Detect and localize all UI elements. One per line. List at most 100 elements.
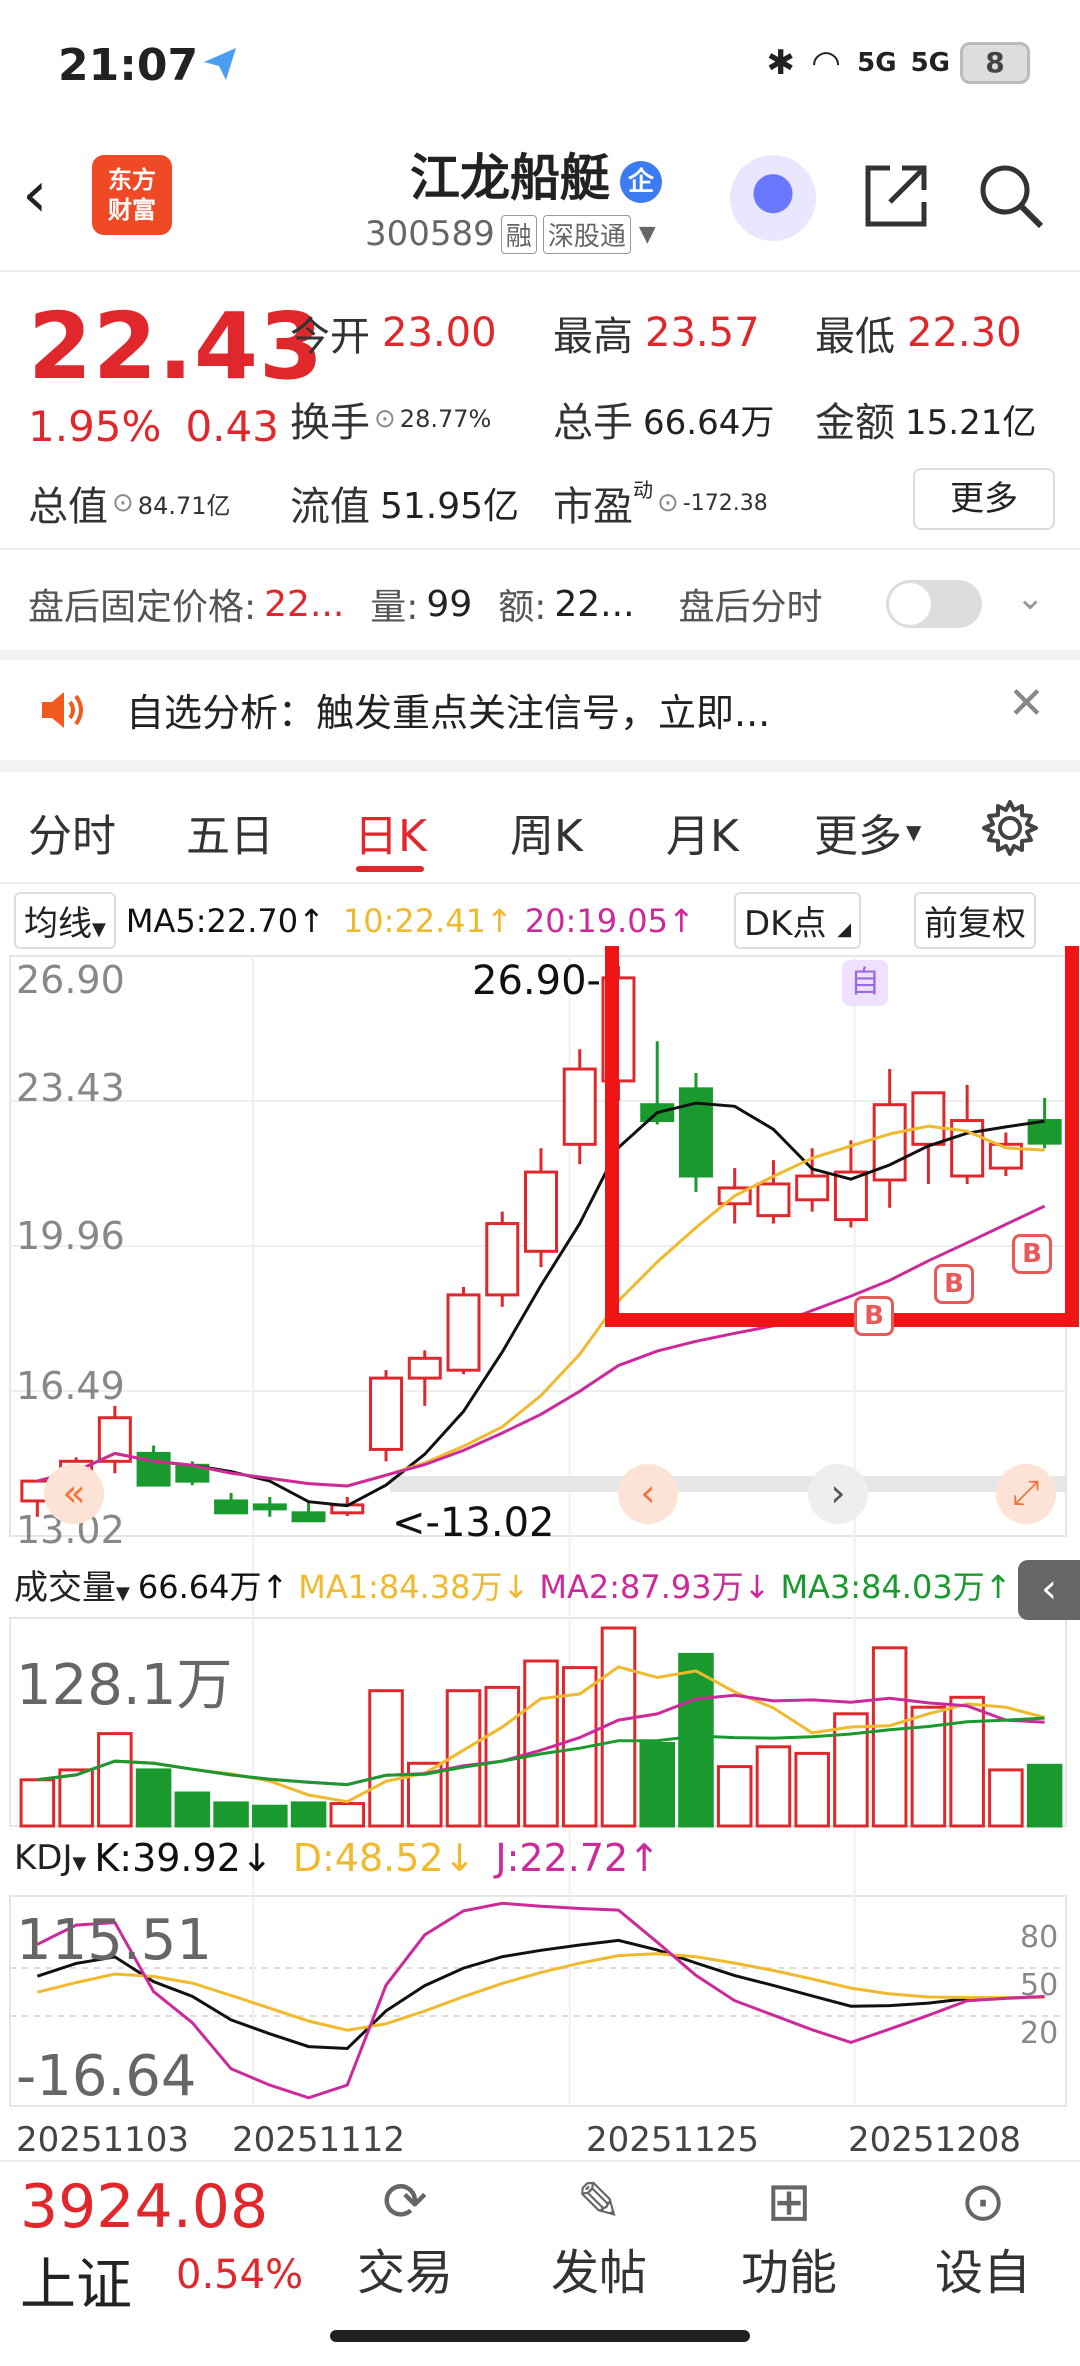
kdj-ref-50: 50 <box>1020 1968 1059 2003</box>
afterhours-row[interactable]: 盘后固定价格: 22... 量: 99 额: 22... 盘后分时 <box>28 578 823 630</box>
post-tab[interactable]: ✎ 发帖 <box>534 2170 664 2303</box>
info-icon: ⊙ <box>374 404 396 434</box>
indicator-select[interactable]: 均线▼ <box>14 892 116 949</box>
afterhours-label: 盘后固定价格: <box>28 587 257 628</box>
close-icon[interactable]: ✕ <box>1008 678 1045 729</box>
low-annotation: <-13.02 <box>392 1500 555 1546</box>
tab-daily-k[interactable]: 日K <box>354 800 427 864</box>
volume-bar <box>716 1765 753 1828</box>
prev-icon[interactable]: ‹ <box>618 1464 678 1524</box>
next-icon[interactable]: › <box>808 1464 868 1524</box>
volume-bar <box>871 1646 908 1828</box>
custom-label: 设自 <box>934 2245 1031 2301</box>
candle-body <box>252 1503 287 1511</box>
verify-icon: 企 <box>620 160 662 203</box>
chevron-down-icon[interactable]: ⌄ <box>1016 578 1045 618</box>
edit-icon: ✎ <box>576 2170 622 2233</box>
high-annotation: 26.90- <box>472 958 601 1004</box>
more-button[interactable]: 更多 <box>913 468 1055 530</box>
buy-marker[interactable]: B <box>854 1296 894 1336</box>
afterhours-toggle[interactable] <box>886 580 982 628</box>
back-button[interactable]: ‹ <box>22 158 48 232</box>
ma5-value: MA5:22.70↑ <box>125 901 325 940</box>
afterhours-timeshare-label: 盘后分时 <box>678 587 823 628</box>
collapse-panel-icon[interactable]: ‹ <box>1018 1560 1080 1620</box>
kdj-select[interactable]: KDJ▼ <box>14 1838 86 1878</box>
volume-ma3: MA3:84.03万↑ <box>780 1567 1012 1606</box>
trade-icon: ⟳ <box>382 2170 428 2233</box>
volume-row: 成交量▼ 66.64万↑ MA1:84.38万↓ MA2:87.93万↓ MA3… <box>14 1560 1012 1609</box>
stock-code-row[interactable]: 300589 融 深股通 ▼ <box>365 214 656 254</box>
tab-weekly-k[interactable]: 周K <box>510 800 583 864</box>
volume-select[interactable]: 成交量▼ <box>14 1560 130 1609</box>
turnover-label: 换手 <box>290 400 370 446</box>
home-indicator <box>330 2330 750 2342</box>
status-bar: 21:07 ✱ ◠ 5G 5G 8 <box>0 0 1080 130</box>
axis-label-3: 19.96 <box>16 1214 125 1258</box>
candle-body <box>795 1174 830 1202</box>
price-change: 1.95% 0.43 <box>28 402 279 451</box>
grid-icon: ⊞ <box>766 2170 812 2233</box>
kdj-row: KDJ▼ K:39.92↓ D:48.52↓ J:22.72↑ <box>14 1836 660 1880</box>
amount-field: 金额 15.21亿 <box>815 390 1036 448</box>
open-label: 今开 <box>290 314 370 360</box>
caret-down-icon: ▼ <box>906 820 922 844</box>
buy-marker[interactable]: B <box>1012 1234 1052 1274</box>
kdj-select-label: KDJ <box>14 1838 73 1878</box>
trade-tab[interactable]: ⟳ 交易 <box>340 2170 470 2303</box>
tab-five-day[interactable]: 五日 <box>186 800 274 864</box>
date-label-1: 20251103 <box>16 2120 190 2160</box>
assistant-avatar[interactable] <box>730 155 816 241</box>
axis-label-4: 16.49 <box>16 1364 125 1408</box>
volume-bar <box>523 1659 559 1828</box>
info-icon: ⊙ <box>657 488 679 518</box>
share-icon[interactable] <box>860 160 932 236</box>
search-icon[interactable] <box>975 160 1047 236</box>
info-icon: ⊙ <box>112 488 134 518</box>
ma10-value: 10:22.41↑ <box>342 901 513 940</box>
pe-value: -172.38 <box>682 490 768 516</box>
stock-name-text: 江龙船艇 <box>410 149 610 207</box>
custom-tab[interactable]: ⊙ 设自 <box>918 2170 1048 2303</box>
ma20-value: 20:19.05↑ <box>524 901 695 940</box>
candle-body <box>214 1499 249 1515</box>
candle-body <box>291 1511 326 1523</box>
tab-timeshare[interactable]: 分时 <box>28 800 116 864</box>
function-label: 功能 <box>740 2245 837 2301</box>
float-field: 流值 51.95亿 <box>290 474 519 532</box>
signal-icon-2: 5G <box>910 48 950 78</box>
volume-bar <box>213 1801 249 1828</box>
notice-bar[interactable]: 自选分析：触发重点关注信号，立即... ✕ <box>0 660 1080 760</box>
volume-bar <box>368 1689 404 1828</box>
self-select-marker[interactable]: 自 <box>842 960 888 1006</box>
kline-chart[interactable] <box>0 946 1080 2160</box>
pe-label: 市盈 <box>553 484 633 530</box>
gear-icon[interactable] <box>980 798 1040 862</box>
pct-change: 1.95% <box>28 402 162 451</box>
last-price: 22.43 <box>28 293 325 400</box>
mcap-field: 总值 ⊙ 84.71亿 <box>28 474 231 532</box>
section-gap <box>0 760 1080 772</box>
candle-body <box>446 1293 481 1372</box>
volume-field: 总手 66.64万 <box>553 390 774 448</box>
buy-marker[interactable]: B <box>934 1264 974 1304</box>
index-value[interactable]: 3924.08 <box>20 2172 268 2242</box>
chevron-down-icon: ▼ <box>638 221 656 247</box>
function-tab[interactable]: ⊞ 功能 <box>724 2170 854 2303</box>
send-icon <box>200 44 240 88</box>
scroll-left-icon[interactable]: « <box>44 1464 104 1524</box>
expand-icon[interactable]: ⤢ <box>996 1464 1056 1524</box>
adjust-select[interactable]: 前复权 <box>914 892 1036 949</box>
dk-point-select[interactable]: DK点 ◢ <box>734 892 862 949</box>
status-icons: ✱ ◠ 5G 5G 8 <box>766 42 1030 84</box>
volume-bar <box>639 1742 675 1828</box>
ma-row: 均线▼ MA5:22.70↑ 10:22.41↑ 20:19.05↑ <box>14 892 695 949</box>
volume-bar <box>833 1712 869 1828</box>
candle-body <box>485 1222 520 1297</box>
index-name[interactable]: 上证 <box>20 2240 132 2321</box>
pe-field: 市盈 动 ⊙ -172.38 <box>553 474 768 532</box>
volume-bar <box>252 1804 288 1828</box>
volume-bar <box>329 1802 366 1828</box>
tab-more[interactable]: 更多 ▼ <box>814 800 921 864</box>
tab-monthly-k[interactable]: 月K <box>666 800 739 864</box>
